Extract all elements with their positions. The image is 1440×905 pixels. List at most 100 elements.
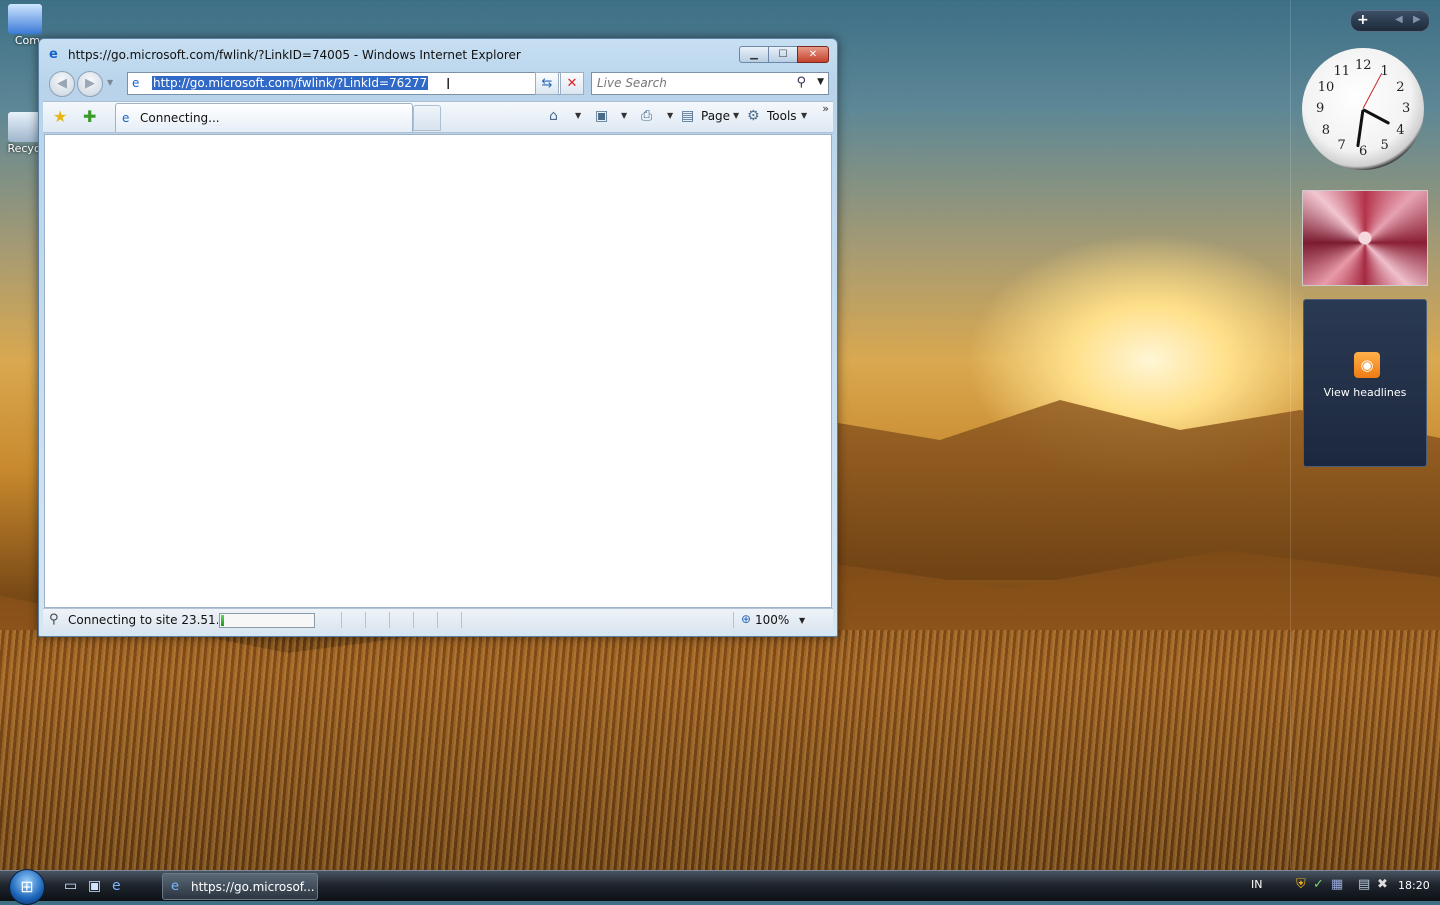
ie-logo-icon: e xyxy=(171,879,179,894)
clock-numeral: 8 xyxy=(1321,122,1331,138)
zoom-dropdown-icon[interactable]: ▼ xyxy=(799,616,805,625)
maximize-button[interactable]: ☐ xyxy=(768,46,798,63)
windows-logo-icon: ⊞ xyxy=(20,877,34,896)
clock-numeral: 9 xyxy=(1316,101,1325,116)
status-divider xyxy=(413,612,414,628)
sidebar-divider xyxy=(1290,0,1291,868)
status-text: Connecting to site 23.51.57.1 xyxy=(68,613,218,627)
print-dropdown-icon[interactable]: ▼ xyxy=(667,111,673,120)
page-menu-button[interactable]: Page xyxy=(701,109,730,123)
progress-fill xyxy=(221,615,224,626)
refresh-icon: ⇆ xyxy=(541,76,553,91)
new-tab-button[interactable] xyxy=(413,105,441,131)
minimize-button[interactable]: ▁ xyxy=(739,46,769,63)
device-icon[interactable]: ▦ xyxy=(1331,877,1343,892)
taskbar: ⊞ ▭ ▣ e e https://go.microsof... IN ⛨ ✓ … xyxy=(0,869,1440,905)
loading-progress-bar xyxy=(219,613,315,628)
clock-numeral: 10 xyxy=(1317,79,1335,95)
view-headlines-label: View headlines xyxy=(1323,386,1407,399)
stop-icon: ✕ xyxy=(566,76,578,91)
status-divider xyxy=(365,612,366,628)
ie-quick-launch-icon[interactable]: e xyxy=(112,878,121,894)
clock-numeral: 6 xyxy=(1359,144,1368,159)
clock-numeral: 3 xyxy=(1402,101,1411,116)
add-to-favorites-icon[interactable]: ✚ xyxy=(83,107,96,126)
switch-windows-icon[interactable]: ▣ xyxy=(88,878,101,894)
search-box[interactable]: Live Search ⚲ ▼ xyxy=(591,72,829,95)
system-time[interactable]: 18:20 xyxy=(1398,879,1430,892)
taskbar-ie-button[interactable]: e https://go.microsof... xyxy=(162,873,318,900)
page-dropdown-icon[interactable]: ▼ xyxy=(733,111,739,120)
second-hand xyxy=(1362,72,1383,109)
next-gadgets-icon[interactable]: ▶ xyxy=(1413,14,1421,25)
recent-pages-dropdown-icon[interactable]: ▼ xyxy=(107,78,113,87)
more-commands-chevron-icon[interactable]: » xyxy=(822,102,829,115)
ie-logo-icon: e xyxy=(49,47,58,62)
tab-command-bar: ★ ✚ e Connecting... ⌂ ▼ ▣ ▼ ⎙ ▼ ▤ Page ▼… xyxy=(43,101,833,133)
language-indicator[interactable]: IN xyxy=(1251,878,1262,891)
ie-logo-icon: e xyxy=(122,111,130,125)
status-divider xyxy=(341,612,342,628)
gear-icon: ⚙ xyxy=(747,108,760,124)
clock-numeral: 12 xyxy=(1355,58,1372,73)
show-desktop-icon[interactable]: ▭ xyxy=(64,878,77,894)
title-bar[interactable]: e https://go.microsoft.com/fwlink/?LinkI… xyxy=(39,39,837,69)
search-input[interactable]: Live Search xyxy=(597,76,667,90)
status-divider xyxy=(733,612,734,628)
network-icon[interactable]: ▤ xyxy=(1358,877,1370,892)
volume-muted-icon[interactable]: ✖ xyxy=(1377,877,1388,892)
desktop-icon-label: Recyc xyxy=(7,142,40,155)
address-bar[interactable]: e http://go.microsoft.com/fwlink/?LinkId… xyxy=(127,72,561,95)
home-dropdown-icon[interactable]: ▼ xyxy=(575,111,581,120)
clock-gadget[interactable]: 12 1 2 3 4 5 6 7 8 9 10 11 xyxy=(1302,48,1424,170)
feeds-dropdown-icon[interactable]: ▼ xyxy=(621,111,627,120)
close-button[interactable]: ✕ xyxy=(797,46,829,63)
zoom-icon[interactable]: ⊕ xyxy=(741,612,751,626)
clock-numeral: 11 xyxy=(1333,63,1351,79)
wallpaper-grass xyxy=(0,630,1440,870)
sidebar-controls: + ◀ ▶ xyxy=(1350,10,1430,32)
hour-hand xyxy=(1362,108,1391,125)
back-button[interactable]: ◀ xyxy=(49,71,75,97)
text-cursor-icon: I xyxy=(446,75,451,93)
status-divider xyxy=(461,612,462,628)
print-icon[interactable]: ⎙ xyxy=(641,108,652,124)
page-menu-icon: ▤ xyxy=(681,108,695,124)
security-shield-icon[interactable]: ⛨ xyxy=(1296,877,1306,892)
taskbar-button-label: https://go.microsof... xyxy=(191,880,315,894)
forward-button[interactable]: ▶ xyxy=(77,71,103,97)
desktop-icon-label: Com xyxy=(14,34,40,47)
search-status-icon: ⚲ xyxy=(49,612,59,627)
computer-icon xyxy=(8,4,42,34)
desktop-icon-recycle-bin[interactable]: Recyc xyxy=(0,112,42,155)
navigation-bar: ◀ ▶ ▼ e http://go.microsoft.com/fwlink/?… xyxy=(39,69,837,99)
tab-connecting[interactable]: e Connecting... xyxy=(115,103,413,132)
add-gadget-icon[interactable]: + xyxy=(1357,12,1369,28)
clock-numeral: 5 xyxy=(1380,138,1389,154)
clock-numeral: 1 xyxy=(1380,63,1389,79)
stop-button[interactable]: ✕ xyxy=(560,72,584,95)
favorites-center-star-icon[interactable]: ★ xyxy=(53,107,67,126)
page-icon: e xyxy=(132,76,140,90)
page-content-area[interactable] xyxy=(44,134,832,608)
refresh-button[interactable]: ⇆ xyxy=(535,72,559,95)
minute-hand xyxy=(1356,109,1365,148)
status-divider xyxy=(389,612,390,628)
update-icon[interactable]: ✓ xyxy=(1313,877,1324,892)
clock-numeral: 4 xyxy=(1396,122,1405,138)
clock-numeral: 7 xyxy=(1337,138,1346,154)
address-input[interactable]: http://go.microsoft.com/fwlink/?LinkId=7… xyxy=(152,76,429,90)
zoom-level[interactable]: 100% xyxy=(755,613,789,627)
status-divider xyxy=(437,612,438,628)
feed-headlines-gadget[interactable]: ◉ View headlines xyxy=(1303,299,1427,467)
tools-dropdown-icon[interactable]: ▼ xyxy=(801,111,807,120)
home-icon[interactable]: ⌂ xyxy=(549,108,558,124)
tools-menu-button[interactable]: Tools xyxy=(767,109,797,123)
search-provider-dropdown-icon[interactable]: ▼ xyxy=(817,77,824,87)
desktop-icon-computer[interactable]: Com xyxy=(0,4,42,47)
search-icon[interactable]: ⚲ xyxy=(796,75,806,90)
status-bar: ⚲ Connecting to site 23.51.57.1 ⊕ 100% ▼ xyxy=(43,608,833,631)
feeds-icon[interactable]: ▣ xyxy=(595,108,608,124)
previous-gadgets-icon[interactable]: ◀ xyxy=(1395,14,1403,25)
slideshow-gadget[interactable] xyxy=(1302,190,1428,286)
